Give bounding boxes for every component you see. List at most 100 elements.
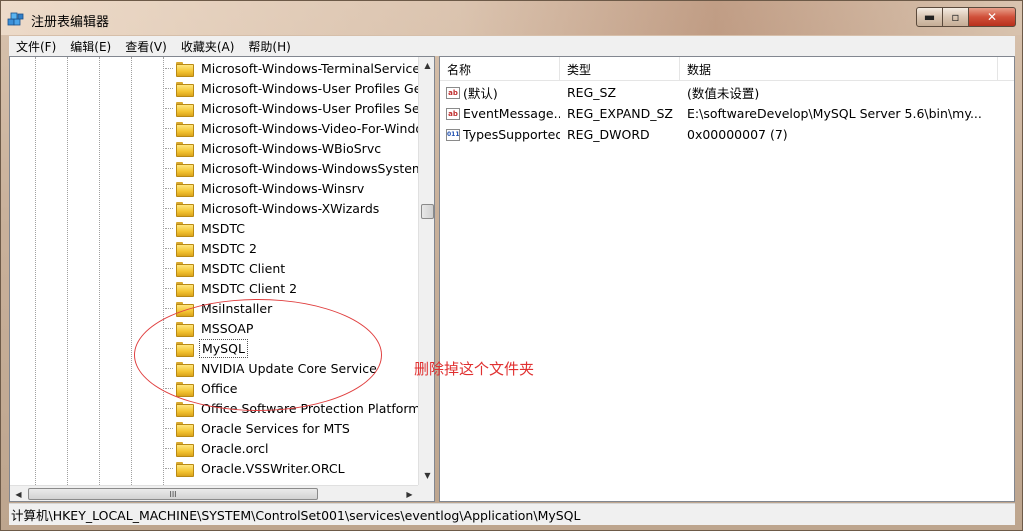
column-header-name[interactable]: 名称 bbox=[440, 57, 560, 81]
scroll-up-icon[interactable]: ▲ bbox=[419, 57, 434, 74]
tree-item-label: Microsoft-Windows-User Profiles Gene bbox=[201, 80, 435, 96]
tree-guide-lines bbox=[10, 57, 170, 501]
scroll-corner bbox=[418, 485, 434, 501]
folder-icon bbox=[176, 441, 194, 457]
folder-icon bbox=[176, 401, 194, 417]
vertical-scroll-thumb[interactable] bbox=[421, 204, 434, 219]
tree-horizontal-scrollbar[interactable]: ◀ III ▶ bbox=[10, 485, 418, 501]
tree-item[interactable]: Microsoft-Windows-WindowsSystemAs bbox=[165, 158, 434, 178]
value-row[interactable]: ab EventMessage... REG_EXPAND_SZ E:\softw… bbox=[440, 103, 1014, 124]
value-data: (数值未设置) bbox=[687, 86, 760, 101]
tree-item[interactable]: Microsoft-Windows-TerminalServices-C bbox=[165, 58, 435, 78]
regedit-app-icon bbox=[7, 12, 24, 26]
status-path: 计算机\HKEY_LOCAL_MACHINE\SYSTEM\ControlSet… bbox=[11, 508, 581, 523]
value-type: REG_SZ bbox=[567, 85, 617, 100]
folder-icon bbox=[176, 221, 194, 237]
tree-item[interactable]: Oracle.VSSWriter.ORCL bbox=[165, 458, 347, 478]
folder-icon bbox=[176, 121, 194, 137]
tree-item[interactable]: Oracle Services for MTS bbox=[165, 418, 352, 438]
tree-item[interactable]: Office bbox=[165, 378, 240, 398]
value-row[interactable]: ab (默认) REG_SZ (数值未设置) bbox=[440, 82, 1014, 103]
tree-item-label: Office bbox=[201, 380, 238, 396]
minimize-button[interactable]: ▬ bbox=[916, 7, 943, 27]
value-name: (默认) bbox=[463, 86, 498, 101]
maximize-button[interactable]: ▫ bbox=[942, 7, 969, 27]
values-list-pane[interactable]: 名称 类型 数据 ab (默认) REG_SZ (数值未设置) ab EventMe… bbox=[439, 56, 1015, 502]
tree-item[interactable]: MsiInstaller bbox=[165, 298, 274, 318]
folder-icon bbox=[176, 381, 194, 397]
tree-item-label: MSDTC bbox=[201, 220, 245, 236]
menu-bar: 文件(F) 编辑(E) 查看(V) 收藏夹(A) 帮助(H) bbox=[9, 36, 1015, 56]
folder-icon bbox=[176, 461, 194, 477]
minimize-icon: ▬ bbox=[923, 10, 936, 24]
menu-favorites[interactable]: 收藏夹(A) bbox=[174, 38, 242, 55]
window-title: 注册表编辑器 bbox=[31, 15, 110, 30]
folder-icon bbox=[176, 281, 194, 297]
tree-item[interactable]: MSDTC bbox=[165, 218, 247, 238]
tree-item[interactable]: Office Software Protection Platform Ser bbox=[165, 398, 435, 418]
folder-icon bbox=[176, 61, 194, 77]
folder-icon bbox=[176, 101, 194, 117]
tree-item-label: Microsoft-Windows-WBioSrvc bbox=[201, 140, 382, 156]
tree-item-label: Oracle Services for MTS bbox=[201, 420, 350, 436]
tree-item[interactable]: MSSOAP bbox=[165, 318, 255, 338]
value-type: REG_DWORD bbox=[567, 127, 650, 142]
tree-vertical-scrollbar[interactable]: ▲ ▼ bbox=[418, 57, 434, 485]
menu-file[interactable]: 文件(F) bbox=[9, 38, 63, 55]
tree-item-label: Microsoft-Windows-XWizards bbox=[201, 200, 380, 216]
tree-item-label: MSDTC Client bbox=[201, 260, 286, 276]
tree-item[interactable]: NVIDIA Update Core Service bbox=[165, 358, 379, 378]
value-name: TypesSupported bbox=[463, 127, 560, 142]
title-bar[interactable]: 注册表编辑器 ▬ ▫ ✕ bbox=[1, 1, 1022, 35]
tree-item[interactable]: MSDTC Client bbox=[165, 258, 287, 278]
value-row[interactable]: 011 TypesSupported REG_DWORD 0x00000007 (… bbox=[440, 124, 1014, 145]
tree-item-selected[interactable]: MySQL bbox=[165, 338, 248, 358]
folder-icon bbox=[176, 301, 194, 317]
tree-item[interactable]: Microsoft-Windows-XWizards bbox=[165, 198, 381, 218]
scroll-left-icon[interactable]: ◀ bbox=[10, 486, 27, 501]
tree-item-label: Microsoft-Windows-Winsrv bbox=[201, 180, 365, 196]
close-button[interactable]: ✕ bbox=[968, 7, 1016, 27]
value-data: 0x00000007 (7) bbox=[687, 127, 788, 142]
scroll-down-icon[interactable]: ▼ bbox=[419, 467, 434, 484]
scroll-right-icon[interactable]: ▶ bbox=[401, 486, 418, 501]
horizontal-scroll-thumb[interactable]: III bbox=[28, 488, 318, 500]
folder-icon bbox=[176, 161, 194, 177]
annotation-text: 删除掉这个文件夹 bbox=[414, 360, 535, 378]
binary-value-icon: 011 bbox=[446, 128, 460, 141]
menu-edit[interactable]: 编辑(E) bbox=[63, 38, 118, 55]
status-bar: 计算机\HKEY_LOCAL_MACHINE\SYSTEM\ControlSet… bbox=[9, 503, 1015, 525]
tree-item[interactable]: Microsoft-Windows-Video-For-Window bbox=[165, 118, 434, 138]
menu-view[interactable]: 查看(V) bbox=[118, 38, 174, 55]
tree-item[interactable]: MSDTC 2 bbox=[165, 238, 259, 258]
tree-item[interactable]: Microsoft-Windows-Winsrv bbox=[165, 178, 366, 198]
folder-icon bbox=[176, 421, 194, 437]
folder-icon bbox=[176, 141, 194, 157]
maximize-icon: ▫ bbox=[951, 10, 960, 24]
value-name: EventMessage... bbox=[463, 106, 560, 121]
tree-item[interactable]: Microsoft-Windows-WBioSrvc bbox=[165, 138, 383, 158]
column-header-type[interactable]: 类型 bbox=[560, 57, 680, 81]
tree-item[interactable]: Microsoft-Windows-User Profiles Servic bbox=[165, 98, 434, 118]
tree-item-label: Microsoft-Windows-TerminalServices-C bbox=[201, 60, 435, 76]
tree-item[interactable]: Oracle.orcl bbox=[165, 438, 271, 458]
tree-item-label: MySQL bbox=[199, 338, 248, 358]
folder-icon bbox=[176, 241, 194, 257]
key-tree-pane[interactable]: Microsoft-Windows-TerminalServices-C Mic… bbox=[9, 56, 435, 502]
tree-item-label: Microsoft-Windows-Video-For-Window bbox=[201, 120, 434, 136]
column-header-data[interactable]: 数据 bbox=[680, 57, 998, 81]
folder-icon bbox=[176, 201, 194, 217]
folder-icon bbox=[176, 341, 194, 357]
tree-item-label: Oracle.orcl bbox=[201, 440, 269, 456]
folder-icon bbox=[176, 81, 194, 97]
tree-item-label: Office Software Protection Platform Ser bbox=[201, 400, 435, 416]
tree-item-label: Oracle.VSSWriter.ORCL bbox=[201, 460, 345, 476]
tree-item-label: MsiInstaller bbox=[201, 300, 273, 316]
string-value-icon: ab bbox=[446, 86, 460, 99]
tree-item[interactable]: MSDTC Client 2 bbox=[165, 278, 299, 298]
close-icon: ✕ bbox=[986, 10, 998, 24]
folder-icon bbox=[176, 181, 194, 197]
menu-help[interactable]: 帮助(H) bbox=[241, 38, 297, 55]
tree-item[interactable]: Microsoft-Windows-User Profiles Gene bbox=[165, 78, 435, 98]
folder-icon bbox=[176, 261, 194, 277]
